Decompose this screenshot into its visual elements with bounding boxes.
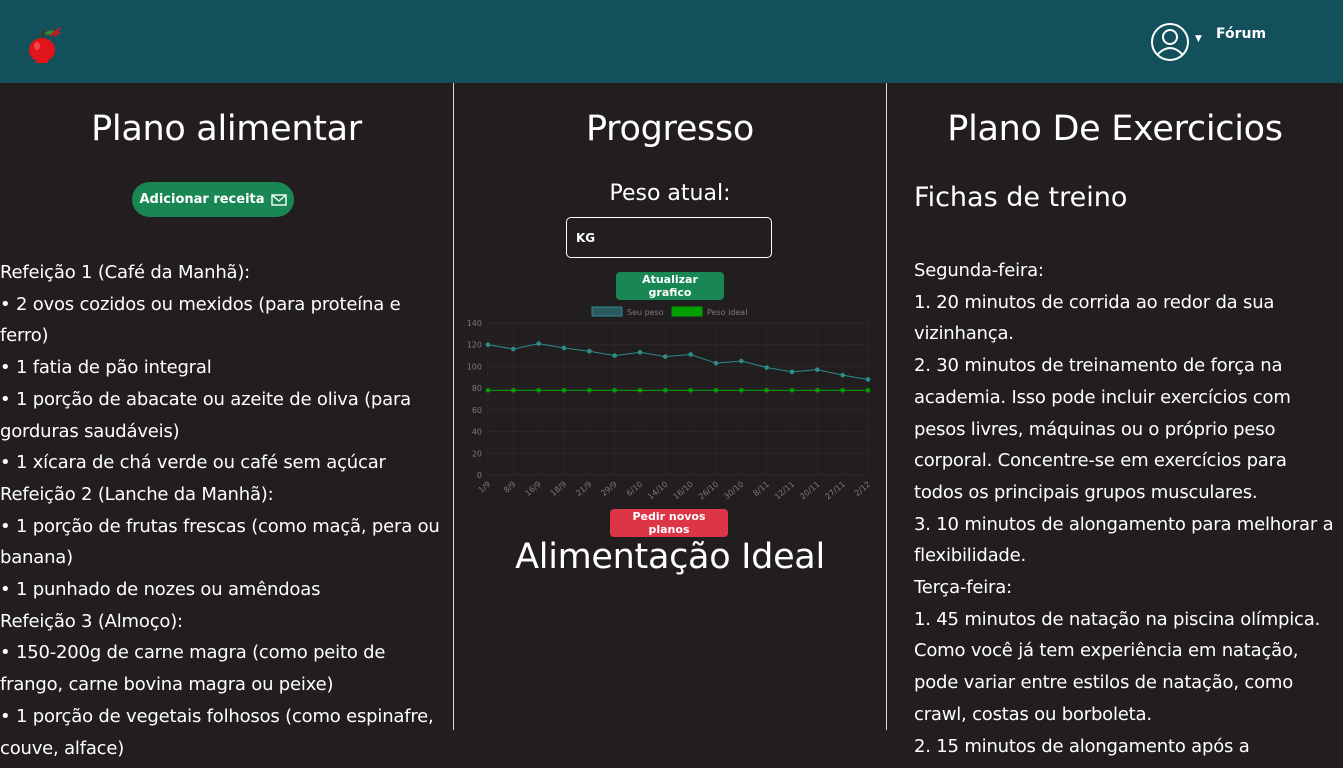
chart-x-tick-label: 21/9 — [574, 480, 594, 498]
ideal-weight-data-point — [561, 388, 567, 393]
weight-data-point — [536, 341, 541, 346]
chart-x-tick-label: 14/10 — [646, 480, 669, 502]
weight-data-point — [739, 358, 744, 364]
weight-data-point — [612, 353, 617, 358]
current-weight-label: Peso atual: — [609, 181, 731, 206]
weight-data-point — [840, 372, 845, 378]
legend-swatch — [671, 306, 703, 317]
weight-data-point — [713, 360, 719, 366]
weight-data-point — [688, 352, 693, 357]
chart-x-tick-label: 8/11 — [751, 480, 771, 498]
ideal-weight-data-point — [688, 388, 693, 393]
weight-data-point — [485, 342, 491, 348]
user-avatar-icon[interactable] — [1150, 22, 1190, 62]
chart-x-tick-label: 27/11 — [824, 480, 847, 502]
weight-data-point — [587, 348, 592, 354]
meal-plan-column: Plano alimentar Adicionar receita Refeiç… — [0, 83, 453, 768]
weight-data-point — [511, 346, 516, 352]
ideal-weight-data-point — [511, 388, 516, 393]
add-recipe-label: Adicionar receita — [139, 192, 265, 207]
chart-x-tick-label: 30/10 — [722, 480, 745, 502]
ideal-weight-data-point — [587, 388, 592, 393]
request-new-plans-button[interactable]: Pedir novos planos — [610, 509, 728, 537]
ideal-weight-data-point — [840, 388, 845, 393]
ideal-weight-data-point — [713, 388, 719, 393]
envelope-icon — [270, 193, 287, 206]
chart-x-tick-label: 26/10 — [697, 480, 720, 502]
update-chart-button[interactable]: Atualizar grafico — [616, 272, 724, 300]
chart-y-tick-label: 80 — [472, 384, 482, 393]
weight-data-point — [865, 377, 871, 382]
chart-x-tick-label: 16/10 — [672, 480, 695, 502]
chart-x-tick-label: 18/9 — [549, 480, 569, 498]
meal-plan-title: Plano alimentar — [91, 109, 362, 149]
chart-x-tick-label: 12/11 — [773, 480, 796, 502]
weight-data-point — [789, 369, 795, 375]
navbar: ▼ Fórum — [0, 0, 1343, 83]
chart-x-tick-label: 16/9 — [523, 480, 543, 498]
weight-input[interactable] — [566, 217, 772, 258]
chart-y-tick-label: 140 — [467, 319, 482, 328]
chart-x-tick-label: 6/10 — [625, 480, 645, 498]
chart-x-tick-label: 1/9 — [477, 480, 493, 495]
chart-y-tick-label: 0 — [477, 471, 482, 480]
chart-y-tick-label: 120 — [467, 341, 482, 350]
exercise-plan-text: Segunda-feira: 1. 20 minutos de corrida … — [914, 260, 1334, 757]
forum-link[interactable]: Fórum — [1216, 26, 1266, 42]
ideal-weight-data-point — [637, 388, 643, 393]
weight-series-line — [487, 343, 869, 380]
chart-y-tick-label: 100 — [467, 362, 482, 371]
chart-x-tick-label: 8/9 — [502, 480, 518, 495]
apple-logo-icon[interactable] — [26, 26, 62, 64]
weight-data-point — [663, 354, 668, 359]
weight-data-point — [815, 367, 820, 372]
ideal-weight-data-point — [764, 388, 769, 393]
chart-x-tick-label: 29/9 — [599, 480, 619, 498]
ideal-weight-data-point — [485, 388, 491, 393]
chart-x-tick-label: 2/12 — [853, 480, 873, 498]
ideal-weight-data-point — [789, 388, 795, 393]
legend-label: Peso ideal — [707, 308, 747, 317]
ideal-weight-data-point — [612, 388, 617, 393]
ideal-weight-data-point — [865, 388, 871, 393]
ideal-weight-data-point — [815, 388, 820, 393]
weight-data-point — [561, 345, 567, 351]
meal-plan-text: Refeição 1 (Café da Manhã): • 2 ovos coz… — [0, 262, 440, 759]
chart-x-tick-label: 20/11 — [798, 480, 821, 502]
ideal-weight-data-point — [536, 388, 541, 393]
weight-data-point — [764, 365, 769, 370]
weight-progress-chart: 0 20 40 60 80 100 120 140 1/9 8/9 16/9 18/9 21/9 29/9… — [467, 306, 873, 502]
progress-title: Progresso — [585, 109, 755, 149]
exercise-plan-column: Plano De Exercicios Fichas de treino Seg… — [887, 83, 1343, 768]
progress-column: Progresso Peso atual: Atualizar grafico … — [454, 83, 886, 768]
chart-y-tick-label: 40 — [472, 428, 482, 437]
chevron-down-icon[interactable]: ▼ — [1195, 34, 1202, 44]
exercise-plan-title: Plano De Exercicios — [947, 109, 1283, 149]
workout-sheets-subtitle: Fichas de treino — [914, 182, 1128, 213]
add-recipe-button[interactable]: Adicionar receita — [132, 182, 294, 217]
legend-swatch — [591, 306, 623, 317]
chart-y-tick-label: 20 — [472, 449, 482, 458]
weight-data-point — [637, 350, 643, 355]
legend-label: Seu peso — [627, 308, 664, 317]
ideal-diet-title: Alimentação Ideal — [515, 537, 825, 577]
ideal-weight-data-point — [663, 388, 668, 393]
ideal-weight-data-point — [739, 388, 744, 393]
chart-y-tick-label: 60 — [472, 406, 482, 415]
